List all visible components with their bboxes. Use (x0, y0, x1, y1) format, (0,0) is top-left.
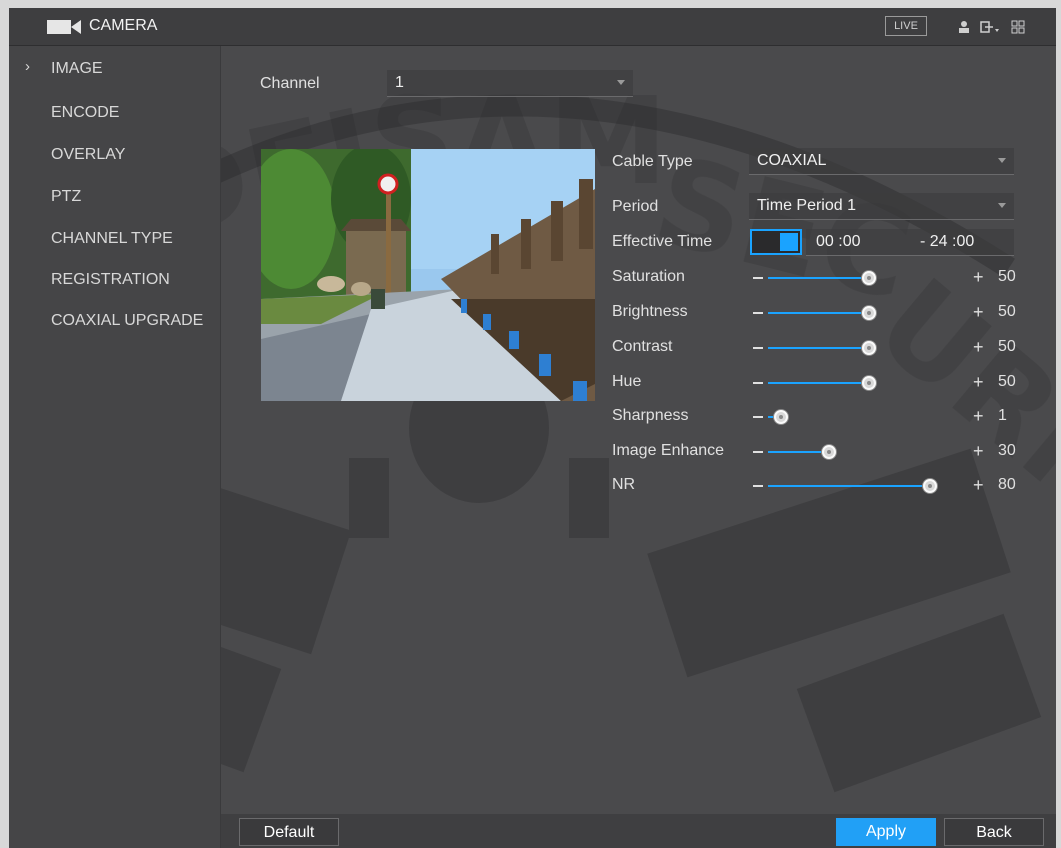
slider-knob[interactable] (922, 479, 937, 493)
chevron-right-icon: › (25, 58, 30, 75)
period-value: Time Period 1 (757, 197, 856, 214)
default-button[interactable]: Default (239, 818, 339, 846)
slider-row-nr: NR +80 (612, 474, 1022, 498)
slider-value: 30 (998, 442, 1016, 459)
live-button[interactable]: LIVE (885, 16, 927, 36)
slider-knob[interactable] (862, 271, 876, 285)
slider-label: Brightness (612, 303, 688, 320)
slider-track[interactable] (768, 451, 829, 453)
slider-row-contrast: Contrast +50 (612, 336, 1022, 360)
slider-row-brightness: Brightness +50 (612, 301, 1022, 325)
app-window: DEL SAM SEC URITY CAMERA LIVE › (9, 8, 1056, 848)
period-label: Period (612, 198, 659, 215)
plus-icon[interactable]: + (973, 475, 984, 496)
effective-time-end[interactable]: - 24 :00 (920, 233, 974, 251)
slider-track[interactable] (768, 312, 869, 314)
sidebar-item-coaxial-upgrade[interactable]: COAXIAL UPGRADE (51, 312, 203, 330)
slider-value: 80 (998, 476, 1016, 493)
plus-icon[interactable]: + (973, 267, 984, 288)
slider-knob[interactable] (862, 376, 876, 390)
chevron-down-icon (617, 80, 625, 85)
chevron-down-icon (998, 158, 1006, 163)
sidebar-item-channel-type[interactable]: CHANNEL TYPE (51, 230, 173, 248)
sidebar-item-registration[interactable]: REGISTRATION (51, 271, 170, 289)
slider-row-sharpness: Sharpness +1 (612, 405, 1022, 429)
slider-label: Saturation (612, 268, 685, 285)
slider-track[interactable] (768, 485, 930, 487)
plus-icon[interactable]: + (973, 406, 984, 427)
cable-type-label: Cable Type (612, 153, 693, 170)
plus-icon[interactable]: + (973, 337, 984, 358)
plus-icon[interactable]: + (973, 372, 984, 393)
period-select[interactable]: Time Period 1 (749, 193, 1014, 220)
minus-icon[interactable] (753, 485, 763, 487)
minus-icon[interactable] (753, 277, 763, 279)
slider-row-hue: Hue +50 (612, 371, 1022, 395)
sidebar: › IMAGE ENCODE OVERLAY PTZ CHANNEL TYPE … (9, 46, 221, 848)
plus-icon[interactable]: + (973, 302, 984, 323)
minus-icon[interactable] (753, 416, 763, 418)
logout-icon[interactable] (979, 18, 1001, 36)
channel-label: Channel (260, 75, 320, 92)
minus-icon[interactable] (753, 312, 763, 314)
slider-label: Hue (612, 373, 642, 390)
cable-type-value: COAXIAL (757, 152, 827, 169)
effective-time-start[interactable]: 00 :00 (816, 233, 860, 251)
slider-label: NR (612, 476, 636, 493)
plus-icon[interactable]: + (973, 441, 984, 462)
sidebar-item-encode[interactable]: ENCODE (51, 104, 119, 122)
slider-track[interactable] (768, 347, 869, 349)
top-bar: CAMERA LIVE (9, 8, 1056, 46)
slider-value: 50 (998, 303, 1016, 320)
slider-value: 50 (998, 373, 1016, 390)
slider-knob[interactable] (862, 341, 876, 355)
slider-label: Image Enhance (612, 442, 725, 459)
slider-knob[interactable] (821, 445, 836, 459)
slider-knob[interactable] (862, 306, 876, 320)
user-icon[interactable] (955, 18, 973, 36)
apply-button[interactable]: Apply (836, 818, 936, 846)
effective-time-label: Effective Time (612, 233, 713, 250)
slider-value: 50 (998, 268, 1016, 285)
slider-value: 1 (998, 407, 1007, 424)
slider-label: Contrast (612, 338, 673, 355)
menu-grid-icon[interactable] (1009, 18, 1027, 36)
camera-preview-image (261, 149, 595, 401)
effective-time-range[interactable]: 00 :00 - 24 :00 (806, 229, 1014, 256)
slider-knob[interactable] (774, 410, 789, 424)
minus-icon[interactable] (753, 347, 763, 349)
effective-time-checkbox[interactable] (750, 229, 802, 255)
page-title: CAMERA (89, 17, 158, 34)
slider-row-image-enhance: Image Enhance +30 (612, 440, 1022, 464)
slider-row-saturation: Saturation +50 (612, 266, 1022, 290)
slider-track[interactable] (768, 277, 869, 279)
minus-icon[interactable] (753, 451, 763, 453)
sidebar-item-ptz[interactable]: PTZ (51, 188, 81, 206)
slider-label: Sharpness (612, 407, 689, 424)
minus-icon[interactable] (753, 382, 763, 384)
slider-track[interactable] (768, 382, 869, 384)
channel-value: 1 (395, 74, 404, 91)
cable-type-select[interactable]: COAXIAL (749, 148, 1014, 175)
channel-select[interactable]: 1 (387, 70, 633, 97)
camera-icon (47, 20, 81, 34)
slider-value: 50 (998, 338, 1016, 355)
back-button[interactable]: Back (944, 818, 1044, 846)
sidebar-item-image[interactable]: IMAGE (51, 60, 103, 78)
chevron-down-icon (998, 203, 1006, 208)
sidebar-item-overlay[interactable]: OVERLAY (51, 146, 125, 164)
